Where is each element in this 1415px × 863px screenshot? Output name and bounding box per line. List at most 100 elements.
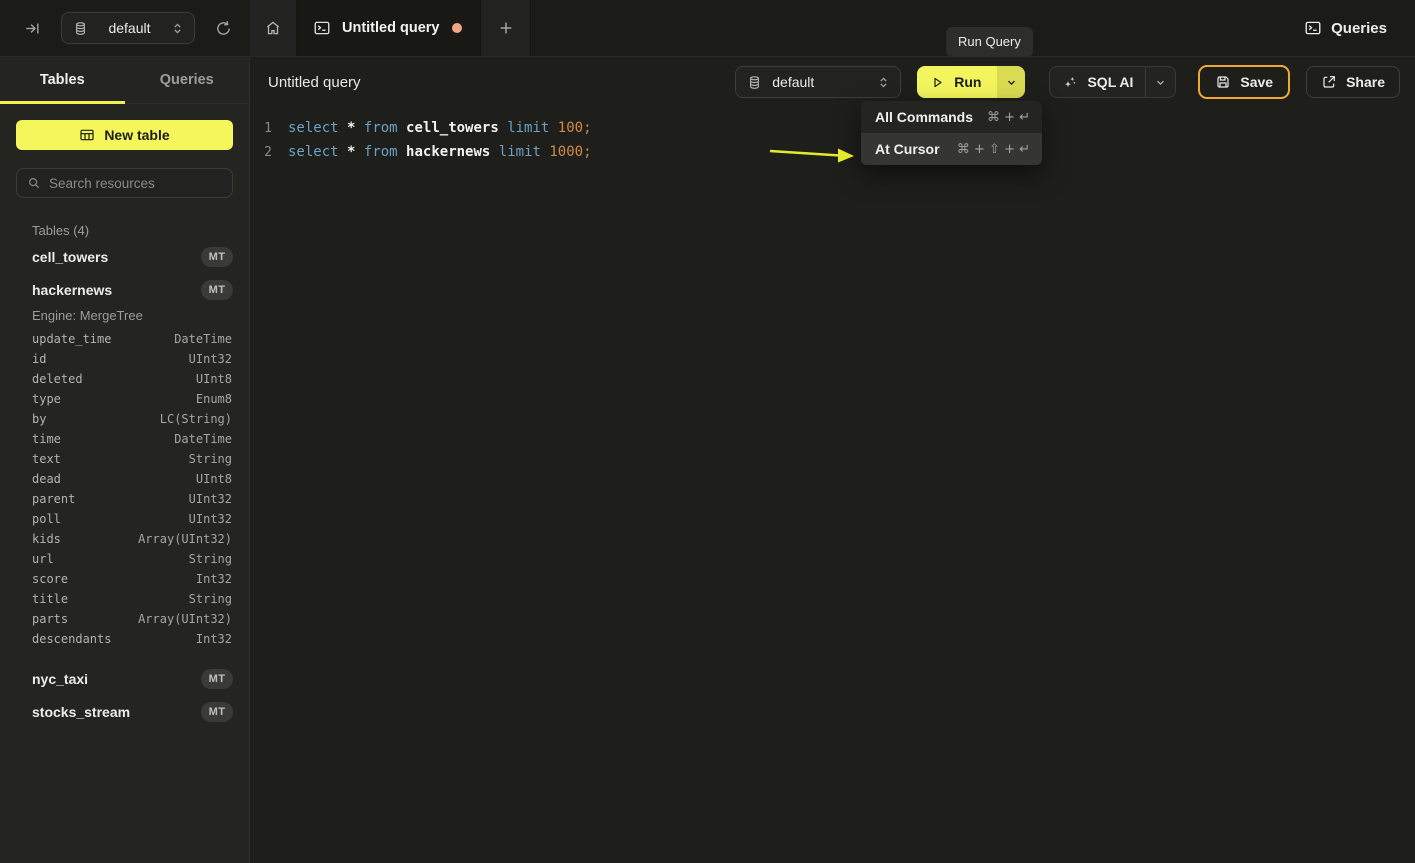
- table-row[interactable]: stocks_streamMT: [0, 695, 249, 728]
- run-button[interactable]: Run: [917, 66, 997, 98]
- line-number: 2: [250, 145, 272, 160]
- table-row[interactable]: cell_towersMT: [0, 240, 249, 273]
- database-icon: [73, 21, 88, 36]
- column-type: String: [189, 592, 232, 606]
- refresh-icon: [215, 20, 232, 37]
- code-token: select: [288, 144, 339, 160]
- chevron-updown-icon: [877, 75, 890, 90]
- table-name: cell_towers: [32, 249, 108, 265]
- engine-badge: MT: [201, 280, 233, 300]
- code-token: *: [347, 120, 355, 136]
- refresh-button[interactable]: [211, 16, 236, 41]
- column-type: UInt32: [189, 352, 232, 366]
- column-name: by: [32, 412, 46, 426]
- topbar-right-cluster: Queries: [1304, 0, 1415, 56]
- toolbar-database-selector[interactable]: default: [735, 66, 901, 98]
- share-external-icon: [1321, 74, 1337, 90]
- code-token: from: [364, 120, 398, 136]
- column-row: deleted UInt8: [0, 369, 249, 389]
- column-name: update_time: [32, 332, 111, 346]
- code-token: [549, 120, 557, 136]
- column-row: id UInt32: [0, 349, 249, 369]
- tables-list: cell_towersMThackernewsMTEngine: MergeTr…: [0, 240, 249, 863]
- column-name: score: [32, 572, 68, 586]
- column-name: id: [32, 352, 46, 366]
- tab-title: Untitled query: [342, 20, 439, 36]
- menu-item-label: At Cursor: [875, 141, 940, 157]
- query-toolbar: Untitled query default Run: [250, 57, 1415, 107]
- column-name: title: [32, 592, 68, 606]
- sidebar-tabs: Tables Queries: [0, 57, 249, 104]
- database-icon: [747, 75, 762, 90]
- code-token: 100;: [558, 120, 592, 136]
- code-token: limit: [507, 120, 549, 136]
- column-row: timeDateTime: [0, 429, 249, 449]
- queries-button[interactable]: Queries: [1304, 19, 1387, 37]
- code-token: *: [347, 144, 355, 160]
- topbar-database-selector[interactable]: default: [61, 12, 195, 44]
- column-type: UInt8: [196, 372, 232, 386]
- code-token: [499, 120, 507, 136]
- tab-untitled-query[interactable]: Untitled query: [297, 0, 481, 56]
- column-type: UInt32: [189, 492, 232, 506]
- collapse-sidebar-icon: [24, 20, 41, 37]
- sql-editor[interactable]: 1select * from cell_towers limit 100; 2 se…: [250, 107, 1415, 863]
- search-box: [16, 168, 233, 198]
- column-type: Int32: [196, 632, 232, 646]
- column-row: partsArray(UInt32): [0, 609, 249, 629]
- column-row: typeEnum8: [0, 389, 249, 409]
- save-floppy-icon: [1215, 74, 1231, 90]
- code-token: [398, 144, 406, 160]
- column-row: parent UInt32: [0, 489, 249, 509]
- query-title: Untitled query: [268, 74, 361, 91]
- code-token: [355, 144, 363, 160]
- sql-ai-options-button[interactable]: [1145, 67, 1175, 97]
- share-label: Share: [1346, 74, 1385, 90]
- column-name: deleted: [32, 372, 83, 386]
- share-button[interactable]: Share: [1306, 66, 1400, 98]
- chevron-updown-icon: [171, 21, 184, 36]
- save-button[interactable]: Save: [1198, 65, 1290, 99]
- search-resources-input[interactable]: [49, 176, 226, 191]
- menu-item-label: All Commands: [875, 109, 973, 125]
- sql-console-screen: default Untitled query: [0, 0, 1415, 863]
- run-options-button[interactable]: [997, 66, 1025, 98]
- home-icon: [264, 19, 282, 37]
- code-line[interactable]: 2select * from hackernews limit 1000;: [250, 140, 1415, 164]
- sql-ai-button[interactable]: SQL AI: [1050, 67, 1145, 97]
- run-query-tooltip: Run Query: [946, 27, 1033, 57]
- column-name: dead: [32, 472, 61, 486]
- new-table-button[interactable]: New table: [16, 120, 233, 150]
- unsaved-indicator-dot: [452, 23, 462, 33]
- queries-terminal-icon: [1304, 19, 1322, 37]
- menu-item-at-cursor[interactable]: At Cursor ⌘ + ⇧ + ↵: [861, 133, 1042, 165]
- tab-strip: Untitled query: [250, 0, 531, 56]
- chevron-down-icon: [1005, 76, 1018, 89]
- new-tab-button[interactable]: [481, 0, 531, 56]
- plus-icon: [498, 20, 514, 36]
- menu-item-shortcut: ⌘ + ⇧ + ↵: [957, 142, 1030, 157]
- table-row[interactable]: nyc_taxiMT: [0, 662, 249, 695]
- code-token: [339, 144, 347, 160]
- sidebar-tab-tables[interactable]: Tables: [0, 57, 125, 103]
- column-type: Array(UInt32): [138, 532, 232, 546]
- run-options-menu: All Commands⌘ + ↵ At Cursor ⌘ + ⇧ + ↵: [861, 101, 1042, 165]
- column-type: UInt32: [189, 512, 232, 526]
- toolbar-database-value: default: [772, 74, 814, 90]
- menu-item-all-commands[interactable]: All Commands⌘ + ↵: [861, 101, 1042, 133]
- column-name: parent: [32, 492, 75, 506]
- save-label: Save: [1240, 74, 1273, 90]
- column-row: title String: [0, 589, 249, 609]
- spacer: [0, 649, 249, 662]
- line-number: 1: [250, 121, 272, 136]
- topbar-left-cluster: default: [0, 0, 250, 56]
- code-token: cell_towers: [406, 120, 499, 136]
- column-row: textString: [0, 449, 249, 469]
- chevron-down-icon: [1154, 76, 1167, 89]
- table-name: hackernews: [32, 282, 112, 298]
- table-row[interactable]: hackernews MT: [0, 273, 249, 306]
- sidebar-tab-queries[interactable]: Queries: [125, 57, 250, 103]
- collapse-sidebar-button[interactable]: [20, 16, 45, 41]
- code-line[interactable]: 1select * from cell_towers limit 100;: [250, 116, 1415, 140]
- home-tab-button[interactable]: [250, 0, 297, 56]
